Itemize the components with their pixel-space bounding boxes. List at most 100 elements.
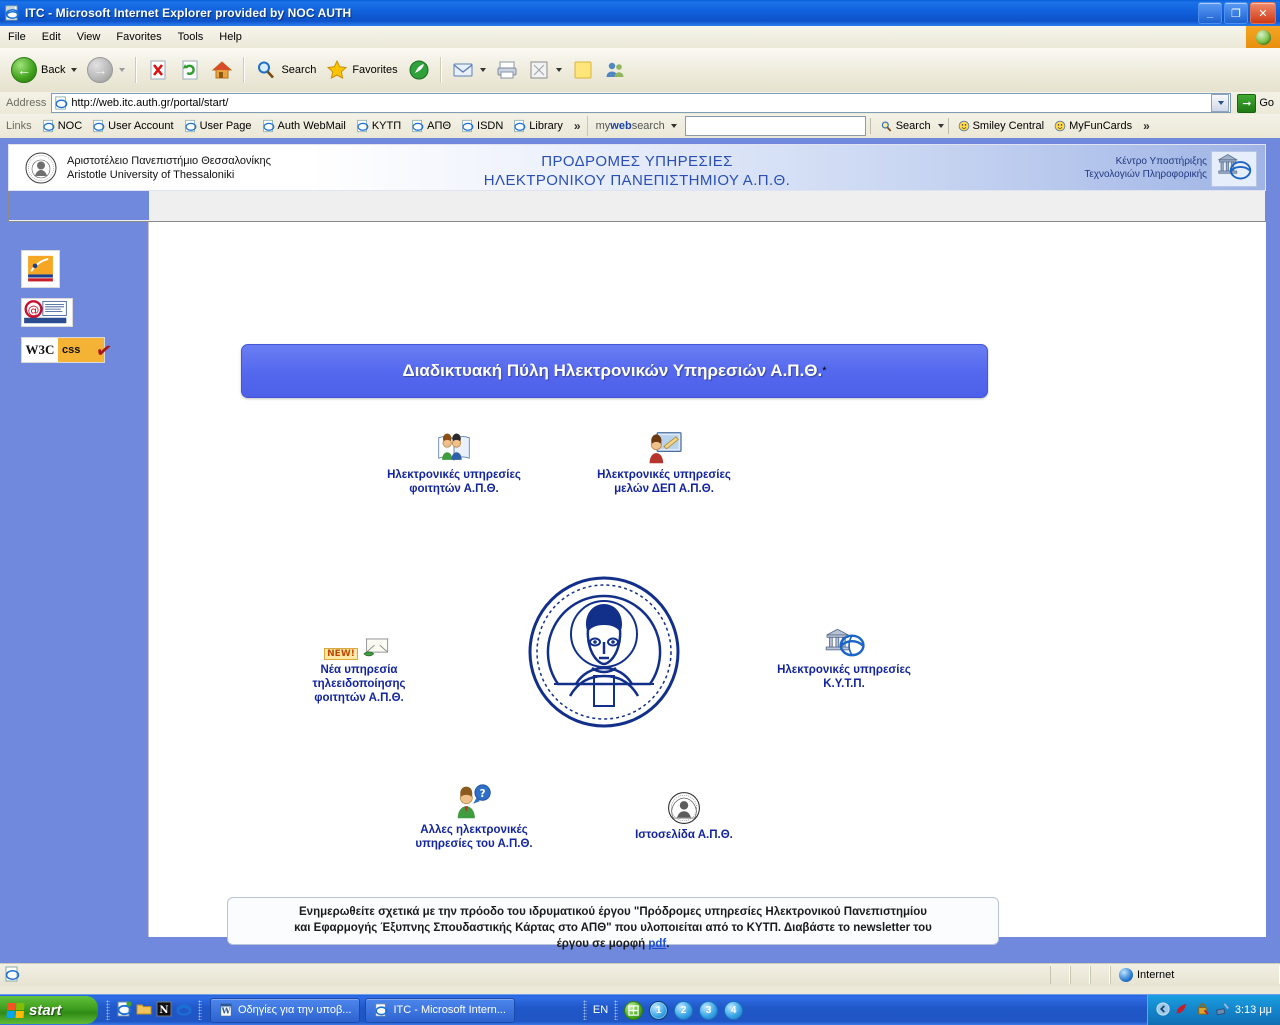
link-user-page[interactable]: User Page	[179, 118, 257, 134]
langbar-grip[interactable]	[582, 1000, 587, 1020]
service-auth-website[interactable]: Ιστοσελίδα Α.Π.Θ.	[569, 787, 799, 842]
mywebsearch-brand: mywebsearch	[595, 120, 665, 132]
address-input[interactable]: http://web.itc.auth.gr/portal/start/	[51, 93, 1232, 113]
close-button[interactable]: ✕	[1250, 2, 1276, 24]
mywebsearch-input[interactable]	[684, 116, 866, 136]
home-icon	[211, 59, 233, 81]
mws-overflow-chevron-icon[interactable]: »	[1137, 119, 1156, 133]
funcards-label: MyFunCards	[1069, 120, 1133, 132]
mws-separator	[869, 118, 871, 134]
menu-help[interactable]: Help	[211, 29, 250, 45]
back-button[interactable]: ← Back	[6, 54, 82, 86]
quicklaunch-norton-icon[interactable]: N	[156, 1001, 172, 1020]
status-zone[interactable]: Internet	[1110, 966, 1280, 984]
pdf-link[interactable]: pdf	[648, 938, 666, 950]
desktop-button-3[interactable]: 3	[699, 1000, 719, 1020]
desktop-grip[interactable]	[614, 1000, 619, 1020]
links-overflow-chevron-icon[interactable]: »	[568, 119, 587, 133]
email-accessibility-badge[interactable]: @	[21, 298, 73, 327]
stop-button[interactable]	[142, 56, 174, 84]
desktop-button-1[interactable]: 1	[649, 1000, 669, 1020]
smiley-icon	[958, 120, 969, 132]
link-isdn[interactable]: ISDN	[456, 118, 508, 134]
star-icon	[326, 59, 348, 81]
quicklaunch-folder-icon[interactable]	[136, 1001, 152, 1020]
link-library[interactable]: Library	[508, 118, 568, 134]
forward-history-chevron-icon[interactable]	[119, 68, 126, 72]
refresh-icon	[179, 59, 201, 81]
link-label: NOC	[57, 120, 83, 132]
link-user-account[interactable]: User Account	[87, 118, 178, 134]
kytp-logo-icon[interactable]	[1211, 151, 1257, 187]
edit-chevron-icon[interactable]	[555, 68, 562, 72]
ie-favicon-icon	[184, 119, 197, 133]
go-button[interactable]: ➞ Go	[1231, 93, 1280, 113]
menu-favorites[interactable]: Favorites	[108, 29, 169, 45]
taskbar-clock[interactable]: 3:13 μμ	[1235, 1004, 1272, 1016]
minimize-button[interactable]: _	[1198, 2, 1222, 24]
link-noc[interactable]: NOC	[37, 118, 87, 134]
w3c-css-validator-badge[interactable]: W3C css ✔	[21, 337, 113, 363]
address-dropdown-chevron-icon[interactable]	[1211, 94, 1230, 112]
search-button[interactable]: Search	[250, 56, 321, 84]
page-viewport: Αριστοτέλειο Πανεπιστήμιο Θεσσαλονίκης A…	[0, 138, 1280, 963]
favorites-button[interactable]: Favorites	[321, 56, 402, 84]
smiley-central-button[interactable]: Smiley Central	[953, 119, 1050, 133]
mywebsearch-search-button[interactable]: Search	[875, 120, 936, 133]
myfuncards-button[interactable]: MyFunCards	[1049, 119, 1137, 133]
link-label: User Page	[199, 120, 252, 132]
service-other-e-services[interactable]: ? Αλλες ηλεκτρονικές υπηρεσίες του Α.Π.Θ…	[369, 782, 579, 851]
forward-button[interactable]: →	[82, 54, 130, 86]
quicklaunch-ie-icon[interactable]	[116, 1000, 132, 1020]
service-kytp-e-services[interactable]: Ηλεκτρονικές υπηρεσίες Κ.Υ.Τ.Π.	[729, 622, 959, 691]
messenger-button[interactable]	[599, 56, 631, 84]
taskbar-ie[interactable]: ITC - Microsoft Intern...	[365, 997, 515, 1023]
edit-button[interactable]	[523, 56, 567, 84]
service-faculty-e-services[interactable]: Ηλεκτρονικές υπηρεσίες μελών ΔΕΠ Α.Π.Θ.	[559, 427, 769, 496]
windows-flag-icon	[6, 1002, 25, 1018]
menu-view[interactable]: View	[69, 29, 109, 45]
quicklaunch-ie2-icon[interactable]	[176, 1001, 192, 1020]
menu-file[interactable]: File	[0, 29, 34, 45]
link-kytp[interactable]: ΚΥΤΠ	[351, 118, 406, 134]
desktop-button-4[interactable]: 4	[724, 1000, 744, 1020]
taskbar-word-doc[interactable]: W Οδηγίες για την υποβ...	[210, 997, 361, 1023]
auth-central-seal-icon	[524, 572, 684, 732]
tray-antivirus-icon[interactable]	[1175, 1001, 1190, 1019]
notes-button[interactable]	[567, 56, 599, 84]
desktop-button-2[interactable]: 2	[674, 1000, 694, 1020]
tray-expand-icon[interactable]	[1156, 1001, 1170, 1019]
link-auth-webmail[interactable]: Auth WebMail	[257, 118, 351, 134]
windows-taskbar: start N W Οδηγίες για την υποβ... ITC - …	[0, 994, 1280, 1025]
task-buttons: W Οδηγίες για την υποβ... ITC - Microsof…	[210, 997, 515, 1023]
start-button[interactable]: start	[0, 996, 98, 1024]
mail-button[interactable]	[447, 56, 491, 84]
word-icon: W	[220, 1003, 232, 1017]
print-button[interactable]	[491, 56, 523, 84]
menu-tools[interactable]: Tools	[170, 29, 212, 45]
service-label-line1: Νέα υπηρεσία	[320, 664, 398, 676]
virtual-desktop-manager-icon[interactable]	[624, 1000, 644, 1020]
tray-network-icon[interactable]	[1215, 1001, 1230, 1019]
service-student-notification[interactable]: NEW! Νέα υπηρεσία τηλεειδοποίησης φοιτητ…	[259, 622, 459, 705]
svg-text:W: W	[221, 1007, 231, 1016]
media-button[interactable]	[403, 56, 435, 84]
internet-globe-icon	[1119, 968, 1133, 982]
portal-title-text: Διαδικτυακή Πύλη Ηλεκτρονικών Υπηρεσιών …	[402, 361, 823, 380]
mywebsearch-chevron-icon[interactable]	[670, 124, 677, 128]
mail-chevron-icon[interactable]	[479, 68, 486, 72]
portal-title-banner: Διαδικτυακή Πύλη Ηλεκτρονικών Υπηρεσιών …	[241, 344, 988, 398]
service-student-e-services[interactable]: Ηλεκτρονικές υπηρεσίες φοιτητών Α.Π.Θ.	[349, 427, 559, 496]
link-apth[interactable]: ΑΠΘ	[406, 118, 456, 134]
greek-information-society-badge[interactable]	[21, 250, 60, 288]
home-button[interactable]	[206, 56, 238, 84]
back-history-chevron-icon[interactable]	[71, 68, 78, 72]
tasks-grip[interactable]	[198, 1000, 202, 1020]
mws-search-chevron-icon[interactable]	[937, 124, 944, 128]
language-indicator[interactable]: EN	[593, 1004, 608, 1016]
tray-security-lock-icon[interactable]	[1195, 1001, 1210, 1019]
maximize-button[interactable]: ❐	[1224, 2, 1248, 24]
refresh-button[interactable]	[174, 56, 206, 84]
menu-edit[interactable]: Edit	[34, 29, 69, 45]
address-value: http://web.itc.auth.gr/portal/start/	[71, 97, 229, 109]
